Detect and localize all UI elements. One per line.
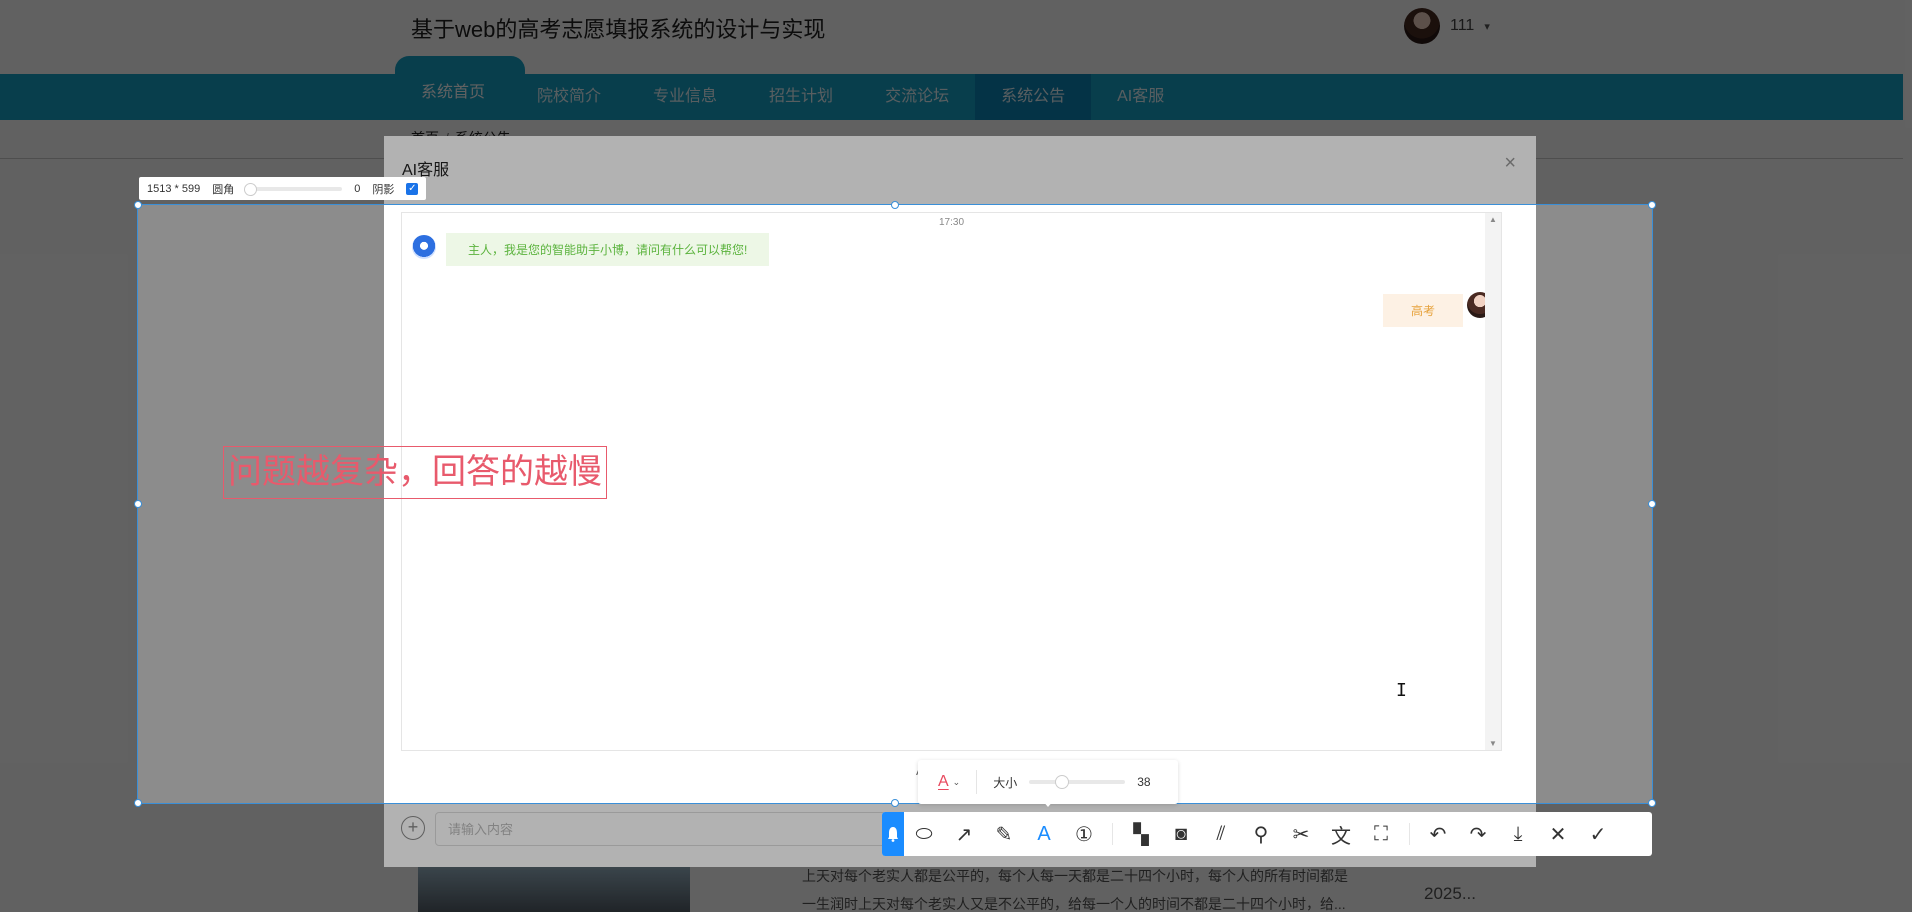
confirm-button[interactable]: ✓ bbox=[1578, 812, 1618, 856]
translate-tool[interactable]: 文 bbox=[1321, 812, 1361, 856]
arrow-tool[interactable]: ↗ bbox=[944, 812, 984, 856]
toolbar-separator bbox=[1409, 823, 1410, 845]
ocr-tool[interactable]: ⛶ bbox=[1361, 812, 1401, 856]
cancel-button[interactable]: ✕ bbox=[1538, 812, 1578, 856]
capture-selection[interactable] bbox=[134, 201, 1656, 807]
bell-icon bbox=[888, 827, 898, 842]
capture-dim-top bbox=[0, 0, 1912, 204]
radius-value: 0 bbox=[354, 182, 361, 195]
capture-dim-left bbox=[0, 204, 137, 804]
font-size-slider[interactable] bbox=[1029, 775, 1126, 789]
pin-tool[interactable]: ⚲ bbox=[1241, 812, 1281, 856]
number-tool[interactable]: ① bbox=[1064, 812, 1104, 856]
redo-button[interactable]: ↷ bbox=[1458, 812, 1498, 856]
chevron-down-icon[interactable]: ⌄ bbox=[953, 777, 961, 788]
resize-handle-left[interactable] bbox=[134, 500, 142, 508]
action-tools: ↶ ↷ ⤓ ✕ ✓ bbox=[1418, 812, 1618, 856]
text-tool[interactable]: A bbox=[1024, 812, 1064, 856]
font-color-icon[interactable]: A bbox=[938, 773, 949, 791]
radius-slider-knob[interactable] bbox=[244, 182, 258, 196]
radius-label: 圆角 bbox=[212, 183, 235, 196]
resize-handle-bottom-left[interactable] bbox=[134, 799, 142, 807]
shadow-checkbox[interactable]: ✓ bbox=[406, 182, 419, 195]
toolbar-separator bbox=[1112, 823, 1113, 845]
toolbar-handle[interactable] bbox=[882, 812, 904, 856]
capture-dimensions: 1513 * 599 bbox=[147, 182, 201, 195]
size-label: 大小 bbox=[993, 775, 1018, 790]
download-button[interactable]: ⤓ bbox=[1498, 812, 1538, 856]
mosaic-tool[interactable]: ▚ bbox=[1121, 812, 1161, 856]
shape-tool[interactable]: ⬭ bbox=[904, 812, 944, 856]
font-size-value: 38 bbox=[1137, 775, 1151, 789]
resize-handle-top-left[interactable] bbox=[134, 201, 142, 209]
pen-tool[interactable]: ✎ bbox=[984, 812, 1024, 856]
drawing-tools: ⬭ ↗ ✎ A ① bbox=[904, 812, 1104, 856]
text-cursor-icon: I bbox=[1396, 680, 1407, 701]
radius-slider[interactable] bbox=[244, 182, 343, 196]
undo-button[interactable]: ↶ bbox=[1418, 812, 1458, 856]
resize-handle-bottom-right[interactable] bbox=[1648, 799, 1656, 807]
resize-handle-right[interactable] bbox=[1648, 500, 1656, 508]
capture-toolbar: ⬭ ↗ ✎ A ① ▚ ◙ ⫽ ⚲ ✂ 文 ⛶ ↶ ↷ ⤓ ✕ ✓ bbox=[882, 812, 1652, 856]
shadow-label: 阴影 bbox=[372, 183, 395, 196]
panel-divider bbox=[976, 770, 978, 794]
capture-dim-right bbox=[1653, 204, 1912, 804]
resize-handle-top-right[interactable] bbox=[1648, 201, 1656, 209]
resize-handle-top[interactable] bbox=[891, 201, 899, 209]
stroke-tool[interactable]: ⫽ bbox=[1201, 812, 1241, 856]
effect-tools: ▚ ◙ ⫽ ⚲ ✂ 文 ⛶ bbox=[1121, 812, 1401, 856]
panel-pointer bbox=[1042, 800, 1054, 807]
cut-tool[interactable]: ✂ bbox=[1281, 812, 1321, 856]
capture-info-bar: 1513 * 599 圆角 0 阴影 ✓ bbox=[139, 177, 427, 200]
font-size-slider-knob[interactable] bbox=[1055, 775, 1070, 789]
blur-tool[interactable]: ◙ bbox=[1161, 812, 1201, 856]
text-annotation[interactable]: 问题越复杂，回答的越慢 bbox=[223, 446, 607, 499]
resize-handle-bottom[interactable] bbox=[891, 799, 899, 807]
text-style-panel: A ⌄ 大小 38 bbox=[918, 760, 1178, 804]
